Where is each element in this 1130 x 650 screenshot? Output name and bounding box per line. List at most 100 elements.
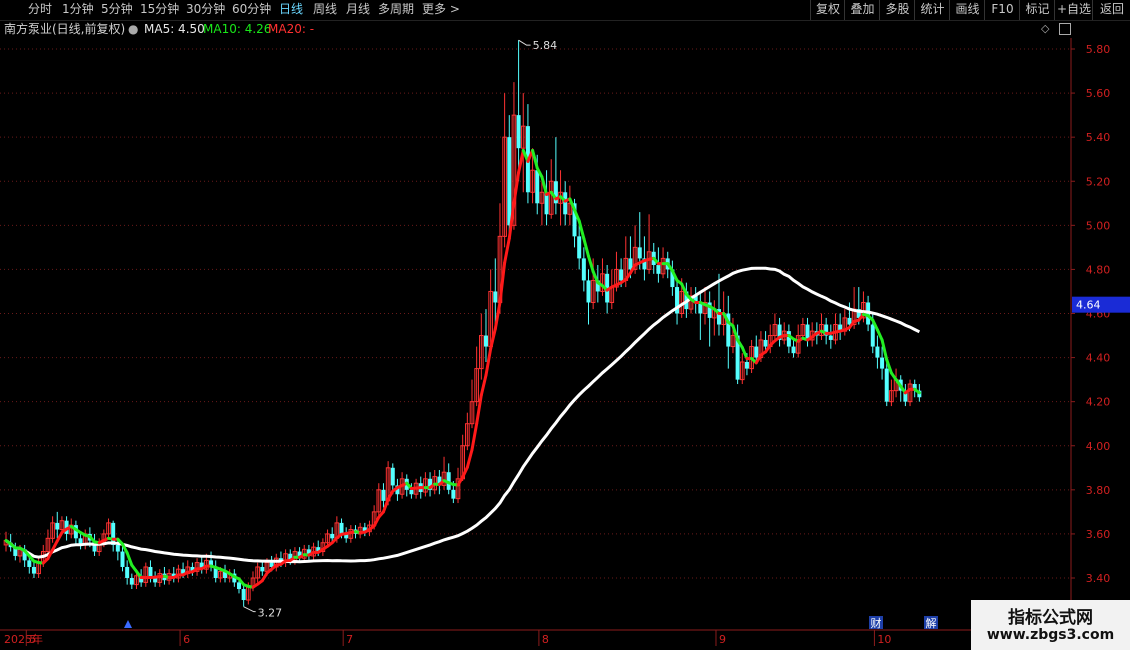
candle-body	[129, 578, 134, 585]
period-button-2[interactable]: 5分钟	[101, 0, 133, 20]
candle-body	[637, 247, 642, 259]
ma5-segment	[484, 347, 493, 377]
candle-body	[120, 551, 125, 567]
candle-body	[507, 137, 512, 226]
candle-body	[870, 324, 875, 347]
ma5-label: MA5: 4.50	[144, 22, 205, 36]
x-tick-label: 8	[542, 633, 549, 646]
candle-body	[390, 467, 395, 486]
kline-chart[interactable]: 5.805.605.405.205.004.804.604.404.204.00…	[0, 0, 1130, 650]
candle-body	[581, 258, 586, 281]
candle-body	[409, 489, 414, 495]
candle-body	[125, 566, 130, 578]
candle-body	[791, 346, 796, 354]
ma5-segment	[591, 270, 600, 285]
ma5-segment	[461, 465, 469, 479]
event-marker-label: 财	[871, 616, 882, 630]
ma5-segment	[731, 324, 740, 342]
ma5-segment	[493, 300, 502, 331]
ma5-segment	[470, 422, 479, 452]
candle-body	[763, 339, 768, 347]
watermark-url: www.zbgs3.com	[986, 627, 1115, 643]
action-button-5[interactable]: F10	[984, 0, 1020, 20]
ma5-segment	[875, 328, 884, 342]
action-button-8[interactable]: 返回	[1092, 0, 1130, 20]
candle-body	[577, 236, 582, 259]
candle-body	[451, 489, 456, 499]
action-button-7[interactable]: +自选	[1054, 0, 1093, 20]
period-button-5[interactable]: 60分钟	[232, 0, 271, 20]
candle-body	[260, 566, 265, 572]
period-button-8[interactable]: 月线	[346, 0, 370, 20]
candle-body	[31, 566, 36, 574]
candle-body	[237, 582, 241, 590]
ma5-segment	[913, 387, 921, 395]
ma20-label: MA20: -	[268, 22, 315, 36]
period-button-6[interactable]: 日线	[279, 0, 303, 20]
candle-body	[115, 544, 120, 552]
period-button-0[interactable]: 分时	[28, 0, 52, 20]
candle-body	[828, 335, 833, 340]
y-tick-label: 5.00	[1086, 219, 1111, 232]
ma5-segment	[125, 551, 134, 567]
ma5-segment	[517, 148, 525, 174]
diamond-icon[interactable]: ◇	[1041, 22, 1049, 35]
period-button-10[interactable]: 更多 >	[422, 0, 460, 20]
max-price-label: 5.84	[533, 39, 558, 52]
period-button-4[interactable]: 30分钟	[186, 0, 225, 20]
panel-toggle-icon[interactable]	[1059, 23, 1071, 35]
ma5-segment	[489, 327, 497, 351]
action-button-0[interactable]: 复权	[810, 0, 845, 20]
long-ma-line	[5, 266, 921, 564]
ma5-segment	[582, 237, 590, 258]
ma5-segment	[880, 338, 889, 362]
ma5-segment	[465, 448, 474, 469]
min-price-label: 3.27	[258, 607, 283, 620]
watermark: 指标公式网 www.zbgs3.com	[971, 600, 1130, 650]
ma5-segment	[587, 254, 595, 274]
y-tick-label: 5.60	[1086, 87, 1111, 100]
x-tick-label: 6	[183, 633, 190, 646]
candle-body	[786, 331, 791, 347]
period-button-7[interactable]: 周线	[313, 0, 337, 20]
candle-body	[55, 522, 60, 530]
ma5-segment	[503, 237, 511, 265]
candle-body	[586, 280, 591, 303]
x-tick-label: 9	[719, 633, 726, 646]
candle-body	[884, 368, 889, 402]
y-tick-label: 3.80	[1086, 484, 1111, 497]
ma5-segment	[498, 261, 507, 304]
y-tick-label: 4.40	[1086, 352, 1111, 365]
action-button-3[interactable]: 统计	[914, 0, 950, 20]
y-tick-label: 5.40	[1086, 131, 1111, 144]
ma5-segment	[479, 373, 488, 397]
action-button-6[interactable]: 标记	[1019, 0, 1055, 20]
x-tick-label: 5	[29, 633, 36, 646]
candle-body	[880, 357, 885, 369]
candle-body	[381, 489, 386, 501]
watermark-title: 指标公式网	[1008, 608, 1093, 628]
y-tick-label: 5.80	[1086, 43, 1111, 56]
y-tick-label: 3.40	[1086, 572, 1111, 585]
candle-body	[241, 589, 246, 601]
ma5-segment	[740, 345, 749, 360]
ma5-segment	[512, 170, 521, 205]
ma5-segment	[475, 393, 483, 426]
ma5-segment	[381, 497, 390, 514]
period-button-3[interactable]: 15分钟	[140, 0, 179, 20]
settings-icon[interactable]: ●	[128, 20, 138, 38]
action-button-4[interactable]: 画线	[949, 0, 985, 20]
candle-body	[339, 522, 344, 534]
action-button-1[interactable]: 叠加	[844, 0, 880, 20]
candle-body	[493, 291, 498, 303]
period-button-1[interactable]: 1分钟	[62, 0, 94, 20]
y-tick-label: 3.60	[1086, 528, 1111, 541]
x-tick-label: 10	[877, 633, 891, 646]
x-tick-label: 7	[346, 633, 353, 646]
current-price-label: 4.64	[1076, 299, 1101, 312]
event-marker-label: 解	[926, 616, 937, 630]
period-button-9[interactable]: 多周期	[378, 0, 414, 20]
candle-body	[483, 335, 488, 347]
action-button-2[interactable]: 多股	[879, 0, 915, 20]
stock-title: 南方泵业(日线,前复权)	[4, 22, 126, 36]
